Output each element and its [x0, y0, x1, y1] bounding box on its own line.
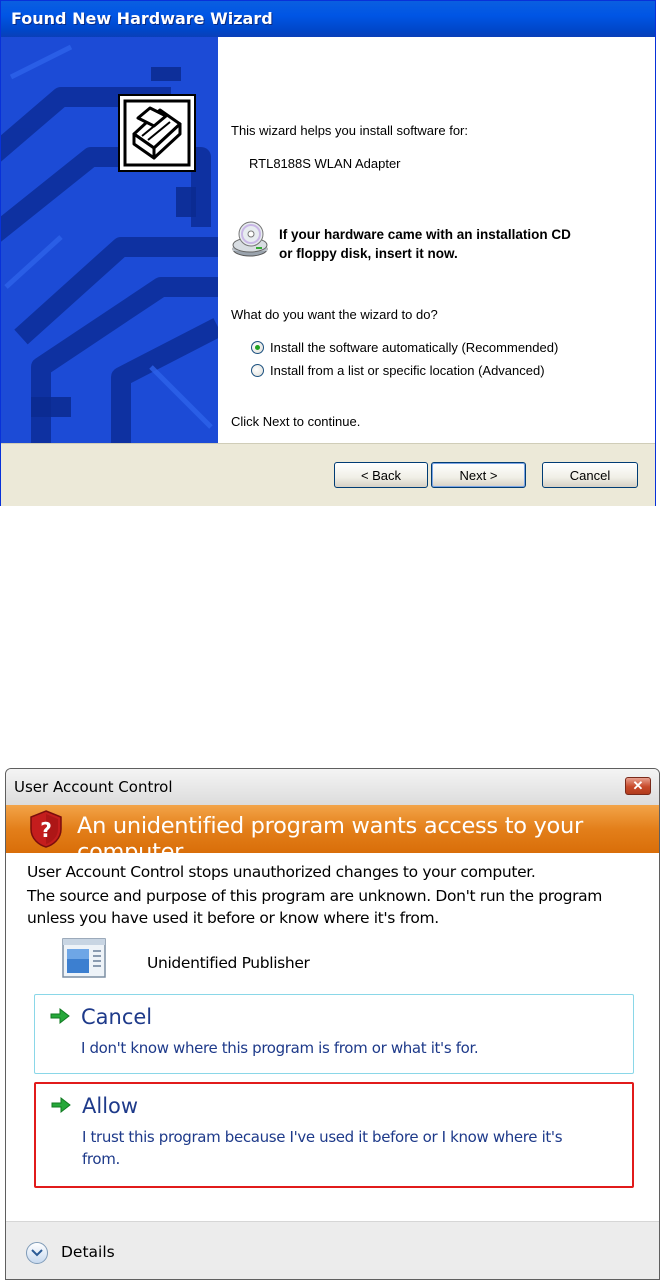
wizard-content: This wizard helps you install software f… — [218, 37, 655, 443]
program-icon — [62, 937, 108, 981]
details-label[interactable]: Details — [61, 1243, 115, 1261]
wizard-intro: This wizard helps you install software f… — [231, 123, 468, 138]
uac-message-line1: User Account Control stops unauthorized … — [27, 863, 536, 881]
option-list-label[interactable]: Install from a list or specific location… — [270, 363, 545, 378]
cd-prompt-line2: or floppy disk, insert it now. — [279, 246, 458, 261]
allow-option-description-line2: from. — [82, 1150, 120, 1168]
uac-cancel-option[interactable]: Cancel I don't know where this program i… — [34, 994, 634, 1074]
wizard-title-bar[interactable]: Found New Hardware Wizard — [1, 1, 655, 38]
cd-drive-icon — [231, 220, 269, 258]
wizard-side-panel — [1, 37, 218, 443]
wizard-title: Found New Hardware Wizard — [11, 9, 273, 28]
radio-install-automatically[interactable] — [251, 341, 264, 354]
uac-footer: Details — [6, 1221, 659, 1279]
option-automatic-label[interactable]: Install the software automatically (Reco… — [270, 340, 558, 355]
uac-warning-banner: ? An unidentified program wants access t… — [6, 805, 659, 865]
cd-prompt-line1: If your hardware came with an installati… — [279, 227, 571, 242]
uac-title-bar[interactable]: User Account Control ✕ — [6, 769, 659, 805]
chevron-down-icon — [31, 1249, 43, 1257]
svg-text:?: ? — [40, 818, 52, 842]
uac-message-line2: The source and purpose of this program a… — [27, 887, 603, 905]
back-button[interactable]: < Back — [334, 462, 428, 488]
green-arrow-icon — [51, 1096, 71, 1119]
green-arrow-icon — [50, 1007, 70, 1030]
shield-warning-icon: ? — [28, 810, 64, 853]
details-toggle-button[interactable] — [26, 1242, 48, 1264]
cancel-option-title: Cancel — [81, 1005, 153, 1029]
close-icon: ✕ — [632, 778, 644, 793]
cancel-option-description: I don't know where this program is from … — [81, 1039, 479, 1057]
continue-hint: Click Next to continue. — [231, 414, 361, 429]
cancel-button[interactable]: Cancel — [542, 462, 638, 488]
close-button[interactable]: ✕ — [625, 777, 651, 795]
hardware-icon — [118, 94, 196, 172]
uac-message-line3: unless you have used it before or know w… — [27, 909, 439, 927]
uac-dialog: User Account Control ✕ ? An unidentified… — [5, 768, 660, 1280]
allow-option-description-line1: I trust this program because I've used i… — [82, 1128, 563, 1146]
uac-allow-option[interactable]: Allow I trust this program because I've … — [34, 1082, 634, 1188]
uac-title: User Account Control — [14, 778, 173, 796]
radio-install-from-list[interactable] — [251, 364, 264, 377]
allow-option-title: Allow — [82, 1094, 139, 1118]
uac-body: User Account Control stops unauthorized … — [6, 853, 659, 1221]
hardware-wizard-window: Found New Hardware Wizard This wizard he… — [0, 0, 656, 506]
publisher-name: Unidentified Publisher — [147, 954, 310, 972]
device-name: RTL8188S WLAN Adapter — [249, 156, 401, 171]
next-button[interactable]: Next > — [431, 462, 526, 488]
wizard-question: What do you want the wizard to do? — [231, 307, 438, 322]
